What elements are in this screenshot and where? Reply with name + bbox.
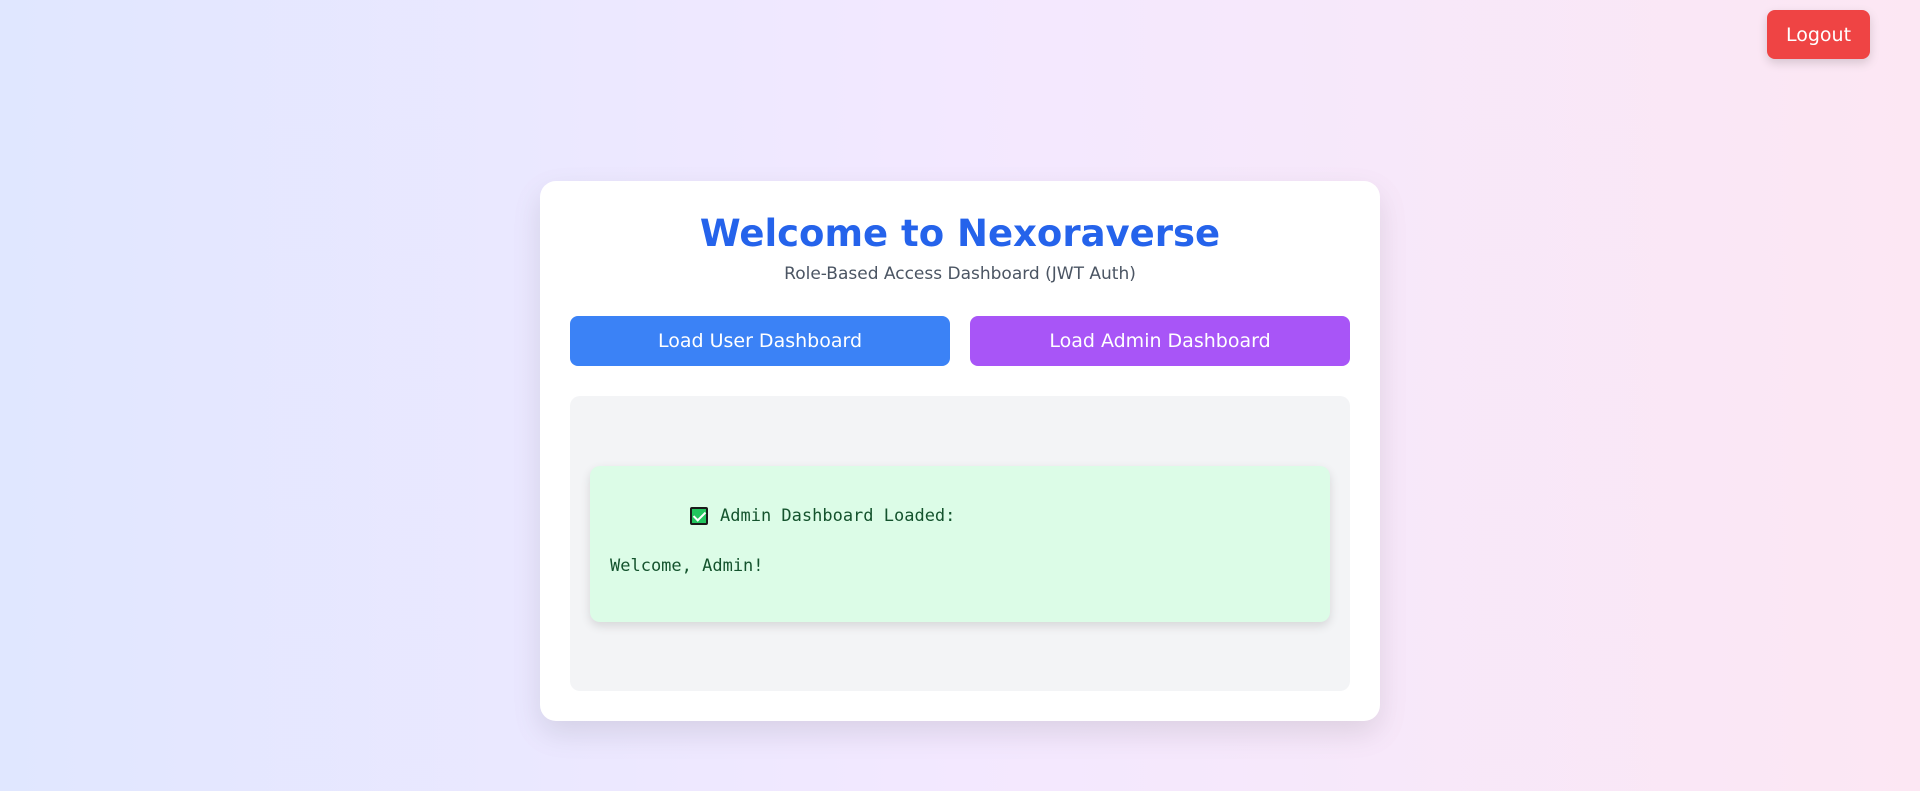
logout-button[interactable]: Logout (1767, 10, 1870, 59)
dashboard-card: Welcome to Nexoraverse Role-Based Access… (540, 181, 1380, 721)
result-message: Welcome, Admin! (610, 556, 764, 576)
page-title: Welcome to Nexoraverse (699, 212, 1221, 255)
output-panel: Admin Dashboard Loaded: Welcome, Admin! (570, 396, 1350, 691)
result-heading: Admin Dashboard Loaded: (720, 506, 956, 526)
load-user-dashboard-button[interactable]: Load User Dashboard (570, 316, 950, 366)
result-heading-line: Admin Dashboard Loaded: (690, 506, 955, 526)
result-message-box: Admin Dashboard Loaded: Welcome, Admin! (590, 466, 1330, 622)
page-subtitle: Role-Based Access Dashboard (JWT Auth) (784, 264, 1136, 284)
load-admin-dashboard-button[interactable]: Load Admin Dashboard (970, 316, 1350, 366)
check-mark-icon (690, 507, 708, 525)
